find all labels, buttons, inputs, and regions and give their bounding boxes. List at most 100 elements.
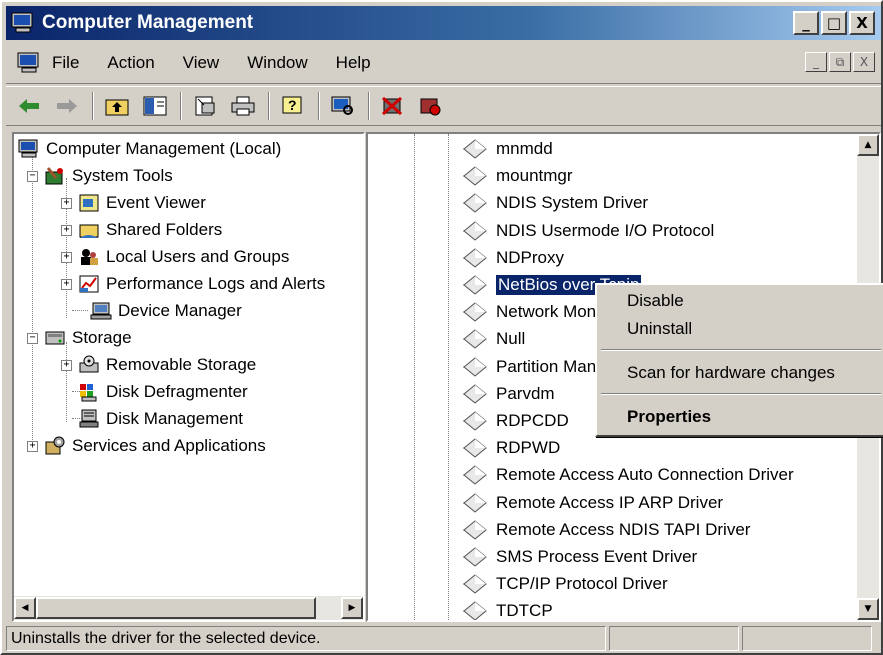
- tree-label: Services and Applications: [72, 436, 266, 455]
- scroll-thumb[interactable]: [36, 597, 316, 619]
- mdi-minimize-button[interactable]: _: [805, 52, 827, 72]
- device-item[interactable]: Remote Access NDIS TAPI Driver: [462, 517, 750, 543]
- event-viewer-icon: [79, 194, 99, 212]
- scroll-left-button[interactable]: ◀: [14, 597, 36, 619]
- tree-item-event-viewer[interactable]: Event Viewer: [78, 190, 206, 216]
- expand-performance-logs-toggle[interactable]: +: [61, 279, 72, 290]
- menu-action[interactable]: Action: [107, 53, 154, 73]
- device-item[interactable]: mnmdd: [462, 136, 553, 162]
- context-menu-properties[interactable]: Properties: [627, 407, 711, 427]
- menu-view[interactable]: View: [183, 53, 220, 73]
- tree-item-local-users-and-groups[interactable]: Local Users and Groups: [78, 244, 289, 270]
- driver-icon: [462, 384, 487, 404]
- device-item[interactable]: NDIS System Driver: [462, 190, 648, 216]
- console-tree-pane[interactable]: Computer Management (Local) − System Too…: [12, 132, 365, 622]
- disable-button[interactable]: [416, 91, 446, 121]
- tree-item-disk-management[interactable]: Disk Management: [78, 406, 243, 432]
- up-one-level-button[interactable]: [102, 91, 132, 121]
- scroll-right-button[interactable]: ▶: [341, 597, 363, 619]
- context-menu-uninstall[interactable]: Uninstall: [627, 319, 692, 339]
- expand-event-viewer-toggle[interactable]: +: [61, 198, 72, 209]
- toolbar: ?: [6, 86, 881, 126]
- tree-item-disk-defragmenter[interactable]: Disk Defragmenter: [78, 379, 248, 405]
- tree-line: [414, 134, 415, 620]
- tree-label: Event Viewer: [106, 193, 206, 212]
- scroll-down-button[interactable]: ▼: [857, 598, 879, 620]
- services-and-applications-icon: [45, 436, 65, 455]
- driver-icon: [462, 193, 487, 214]
- device-label: TDTCP: [496, 601, 553, 621]
- tree-label: Disk Defragmenter: [106, 382, 248, 401]
- show-hide-tree-button[interactable]: [140, 91, 170, 121]
- device-item[interactable]: Remote Access IP ARP Driver: [462, 490, 723, 516]
- tree-item-system-tools[interactable]: System Tools: [44, 163, 173, 189]
- device-item[interactable]: Null: [462, 326, 525, 352]
- tree-horizontal-scrollbar[interactable]: ◀ ▶: [14, 596, 363, 620]
- close-button[interactable]: X: [849, 11, 875, 35]
- tree-label: System Tools: [72, 166, 173, 185]
- device-label: Remote Access IP ARP Driver: [496, 492, 724, 512]
- scroll-up-button[interactable]: ▲: [857, 134, 879, 156]
- expand-services-and-applications-toggle[interactable]: +: [27, 441, 38, 452]
- maximize-button[interactable]: □: [821, 11, 847, 35]
- device-label: Remote Access Auto Connection Driver: [496, 465, 794, 485]
- tree-item-performance-logs-and-alerts[interactable]: Performance Logs and Alerts: [78, 271, 325, 297]
- menu-file[interactable]: File: [52, 53, 79, 73]
- driver-icon: [462, 547, 487, 567]
- device-label: Parvdm: [496, 383, 555, 403]
- context-menu-disable[interactable]: Disable: [627, 291, 684, 311]
- system-tools-icon: [45, 167, 63, 185]
- menu-separator: [601, 349, 881, 351]
- removable-storage-icon: [79, 355, 99, 373]
- tree-item-shared-folders[interactable]: Shared Folders: [78, 217, 222, 243]
- driver-icon: [462, 601, 487, 620]
- device-item[interactable]: Remote Access Auto Connection Driver: [462, 462, 794, 488]
- mdi-close-button[interactable]: X: [853, 52, 875, 72]
- device-item[interactable]: RDPWD: [462, 435, 560, 461]
- menu-bar: File Action View Window Help _ ⧉ X: [6, 42, 881, 84]
- print-button[interactable]: [228, 91, 258, 121]
- computer-icon: [18, 139, 38, 158]
- device-item[interactable]: mountmgr: [462, 163, 573, 189]
- properties-button[interactable]: [190, 91, 220, 121]
- collapse-storage-toggle[interactable]: −: [27, 333, 38, 344]
- tree-line: [72, 310, 88, 311]
- tree-label: Computer Management (Local): [46, 139, 282, 158]
- driver-icon: [462, 248, 487, 268]
- tree-line: [448, 134, 449, 620]
- mdi-restore-button[interactable]: ⧉: [829, 52, 851, 72]
- status-message: Uninstalls the driver for the selected d…: [6, 626, 606, 651]
- tree-item-computer-management[interactable]: Computer Management (Local): [18, 136, 281, 162]
- minimize-button[interactable]: _: [793, 11, 819, 35]
- collapse-system-tools-toggle[interactable]: −: [27, 171, 38, 182]
- tree-item-services-and-applications[interactable]: Services and Applications: [44, 433, 266, 459]
- forward-button[interactable]: [52, 91, 82, 121]
- driver-icon: [462, 520, 487, 540]
- title-bar[interactable]: Computer Management _ □ X: [6, 6, 881, 40]
- back-button[interactable]: [14, 91, 44, 121]
- device-item[interactable]: Parvdm: [462, 381, 555, 407]
- uninstall-button[interactable]: [378, 91, 408, 121]
- device-item[interactable]: TCP/IP Protocol Driver: [462, 571, 668, 597]
- tree-item-storage[interactable]: Storage: [44, 325, 132, 351]
- driver-icon: [462, 356, 487, 377]
- tree-item-removable-storage[interactable]: Removable Storage: [78, 352, 256, 378]
- expand-removable-storage-toggle[interactable]: +: [61, 360, 72, 371]
- device-item[interactable]: RDPCDD: [462, 408, 569, 434]
- device-item[interactable]: TDTCP: [462, 598, 553, 621]
- users-icon: [81, 249, 98, 265]
- scan-hardware-button[interactable]: [328, 91, 358, 121]
- system-menu-icon[interactable]: [16, 51, 42, 75]
- driver-icon: [462, 438, 487, 458]
- device-item[interactable]: SMS Process Event Driver: [462, 544, 697, 570]
- device-item[interactable]: NDProxy: [462, 245, 564, 271]
- expand-local-users-toggle[interactable]: +: [61, 252, 72, 263]
- help-button[interactable]: ?: [278, 91, 308, 121]
- device-item[interactable]: NDIS Usermode I/O Protocol: [462, 218, 714, 244]
- expand-shared-folders-toggle[interactable]: +: [61, 225, 72, 236]
- driver-icon: [462, 302, 487, 322]
- menu-help[interactable]: Help: [336, 53, 371, 73]
- context-menu-scan-hardware[interactable]: Scan for hardware changes: [627, 363, 835, 383]
- tree-item-device-manager[interactable]: Device Manager: [90, 298, 242, 324]
- menu-window[interactable]: Window: [247, 53, 307, 73]
